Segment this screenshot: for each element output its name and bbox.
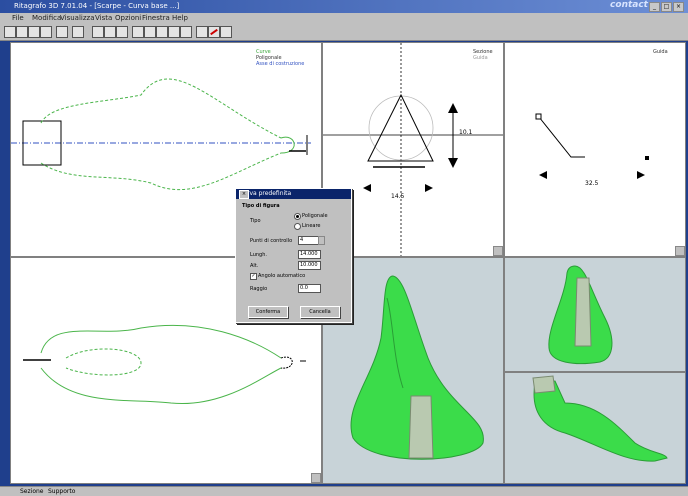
plan-toe	[280, 356, 293, 369]
menu-bar: File Modifica Visualizza Vista Opzioni F…	[0, 13, 688, 24]
brand-logo: contact	[610, 0, 648, 10]
close-button[interactable]: ×	[673, 2, 684, 12]
copy-icon[interactable]	[56, 26, 68, 38]
arrow-left-icon	[363, 184, 371, 192]
points-label: Punti di controllo	[250, 238, 293, 244]
3d-side-canvas	[532, 375, 668, 462]
dialog-close-icon[interactable]: ×	[239, 190, 249, 199]
arrow-down-icon	[448, 158, 458, 168]
print-icon[interactable]	[40, 26, 52, 38]
height-field[interactable]: 10.000	[298, 261, 321, 270]
guide-view-pane[interactable]: Guida 32.5	[504, 42, 686, 257]
arrow-right-icon	[637, 171, 645, 179]
3d-heel-block	[408, 395, 434, 459]
snap-icon[interactable]	[180, 26, 192, 38]
guide-dimension: 32.5	[585, 180, 599, 187]
pane-corner	[675, 246, 685, 256]
type-label: Tipo	[250, 218, 261, 224]
section-label: Tipo di figura	[242, 203, 280, 209]
horizontal-dimension: 14.5	[391, 193, 405, 200]
legend: Guida	[653, 49, 668, 55]
rotate-icon[interactable]	[116, 26, 128, 38]
menu-help[interactable]: Help	[172, 14, 188, 22]
curve-icon[interactable]	[132, 26, 144, 38]
title-bar: Ritagrafo 3D 7.01.04 - [Scarpe - Curva b…	[0, 0, 688, 13]
tab-support[interactable]: Supporto	[48, 488, 75, 495]
menu-vista[interactable]: Vista	[95, 14, 112, 22]
dialog-title-bar: Curva predefinita ×	[236, 189, 351, 199]
3d-side-heel	[532, 375, 556, 394]
guide-view-canvas	[535, 113, 649, 179]
tab-section[interactable]: Sezione	[20, 488, 43, 495]
plan-lower-curve	[40, 367, 282, 405]
grid-icon[interactable]	[168, 26, 180, 38]
open-icon[interactable]	[16, 26, 28, 38]
guide-line	[538, 116, 585, 158]
predefined-curve-dialog: Curva predefinita × Tipo di figura Tipo …	[235, 188, 352, 323]
arrow-up-icon	[448, 103, 458, 113]
guide-point	[535, 113, 542, 120]
cancel-button[interactable]: Cancella	[300, 306, 340, 318]
legend: Sezione Guida	[473, 49, 493, 61]
undo-icon[interactable]	[220, 26, 232, 38]
auto-angle-checkbox[interactable]: ✓	[250, 273, 257, 280]
3d-front-canvas	[548, 265, 613, 365]
toolbar	[0, 24, 688, 41]
auto-angle-label: Angolo automatico	[258, 273, 306, 279]
menu-modifica[interactable]: Modifica	[32, 14, 61, 22]
menu-finestra[interactable]: Finestra	[142, 14, 170, 22]
window-title: Ritagrafo 3D 7.01.04 - [Scarpe - Curva b…	[14, 2, 180, 10]
legend-guide: Guida	[473, 55, 488, 61]
pan-icon[interactable]	[104, 26, 116, 38]
legend-axis: Asse di costruzione	[256, 61, 305, 67]
window-controls: _ □ ×	[649, 2, 684, 12]
upper-curve	[40, 78, 282, 139]
plan-inner-curve	[65, 348, 142, 376]
length-label: Lungh.	[250, 252, 267, 258]
3d-side-pane[interactable]	[504, 372, 686, 484]
measure-icon[interactable]	[156, 26, 168, 38]
radius-label: Raggio	[250, 286, 268, 292]
arrow-right-icon	[425, 184, 433, 192]
arrow-left-icon	[539, 171, 547, 179]
legend-guide: Guida	[653, 49, 668, 55]
3d-front-pane[interactable]	[504, 257, 686, 372]
maximize-button[interactable]: □	[661, 2, 672, 12]
height-label: Alt.	[250, 263, 259, 269]
save-icon[interactable]	[28, 26, 40, 38]
minimize-button[interactable]: _	[649, 2, 660, 12]
line-tool-icon[interactable]	[208, 26, 220, 38]
3d-front-heel	[574, 277, 592, 347]
menu-file[interactable]: File	[12, 14, 24, 22]
radio-linear[interactable]	[294, 223, 301, 230]
radius-field[interactable]: 0.0	[298, 284, 321, 293]
pane-corner	[311, 473, 321, 483]
guide-endpoint	[645, 156, 649, 160]
menu-visualizza[interactable]: Visualizza	[60, 14, 94, 22]
new-icon[interactable]	[4, 26, 16, 38]
radio-linear-label: Lineare	[302, 223, 321, 229]
radio-polygonal[interactable]	[294, 213, 301, 220]
paste-icon[interactable]	[72, 26, 84, 38]
confirm-button[interactable]: Conferma	[248, 306, 288, 318]
legend: Curve Poligonale Asse di costruzione	[256, 49, 304, 67]
lower-curve	[40, 152, 282, 191]
pane-corner	[493, 246, 503, 256]
align-icon[interactable]	[196, 26, 208, 38]
length-field[interactable]: 14.000	[298, 250, 321, 259]
zoom-icon[interactable]	[92, 26, 104, 38]
vertical-dimension: 10.1	[459, 129, 473, 136]
3d-side-shape	[533, 380, 668, 462]
menu-opzioni[interactable]: Opzioni	[115, 14, 141, 22]
radio-polygonal-label: Poligonale	[302, 213, 328, 219]
points-field[interactable]: 4	[298, 236, 319, 245]
points-spinner[interactable]	[318, 236, 325, 245]
point-icon[interactable]	[144, 26, 156, 38]
